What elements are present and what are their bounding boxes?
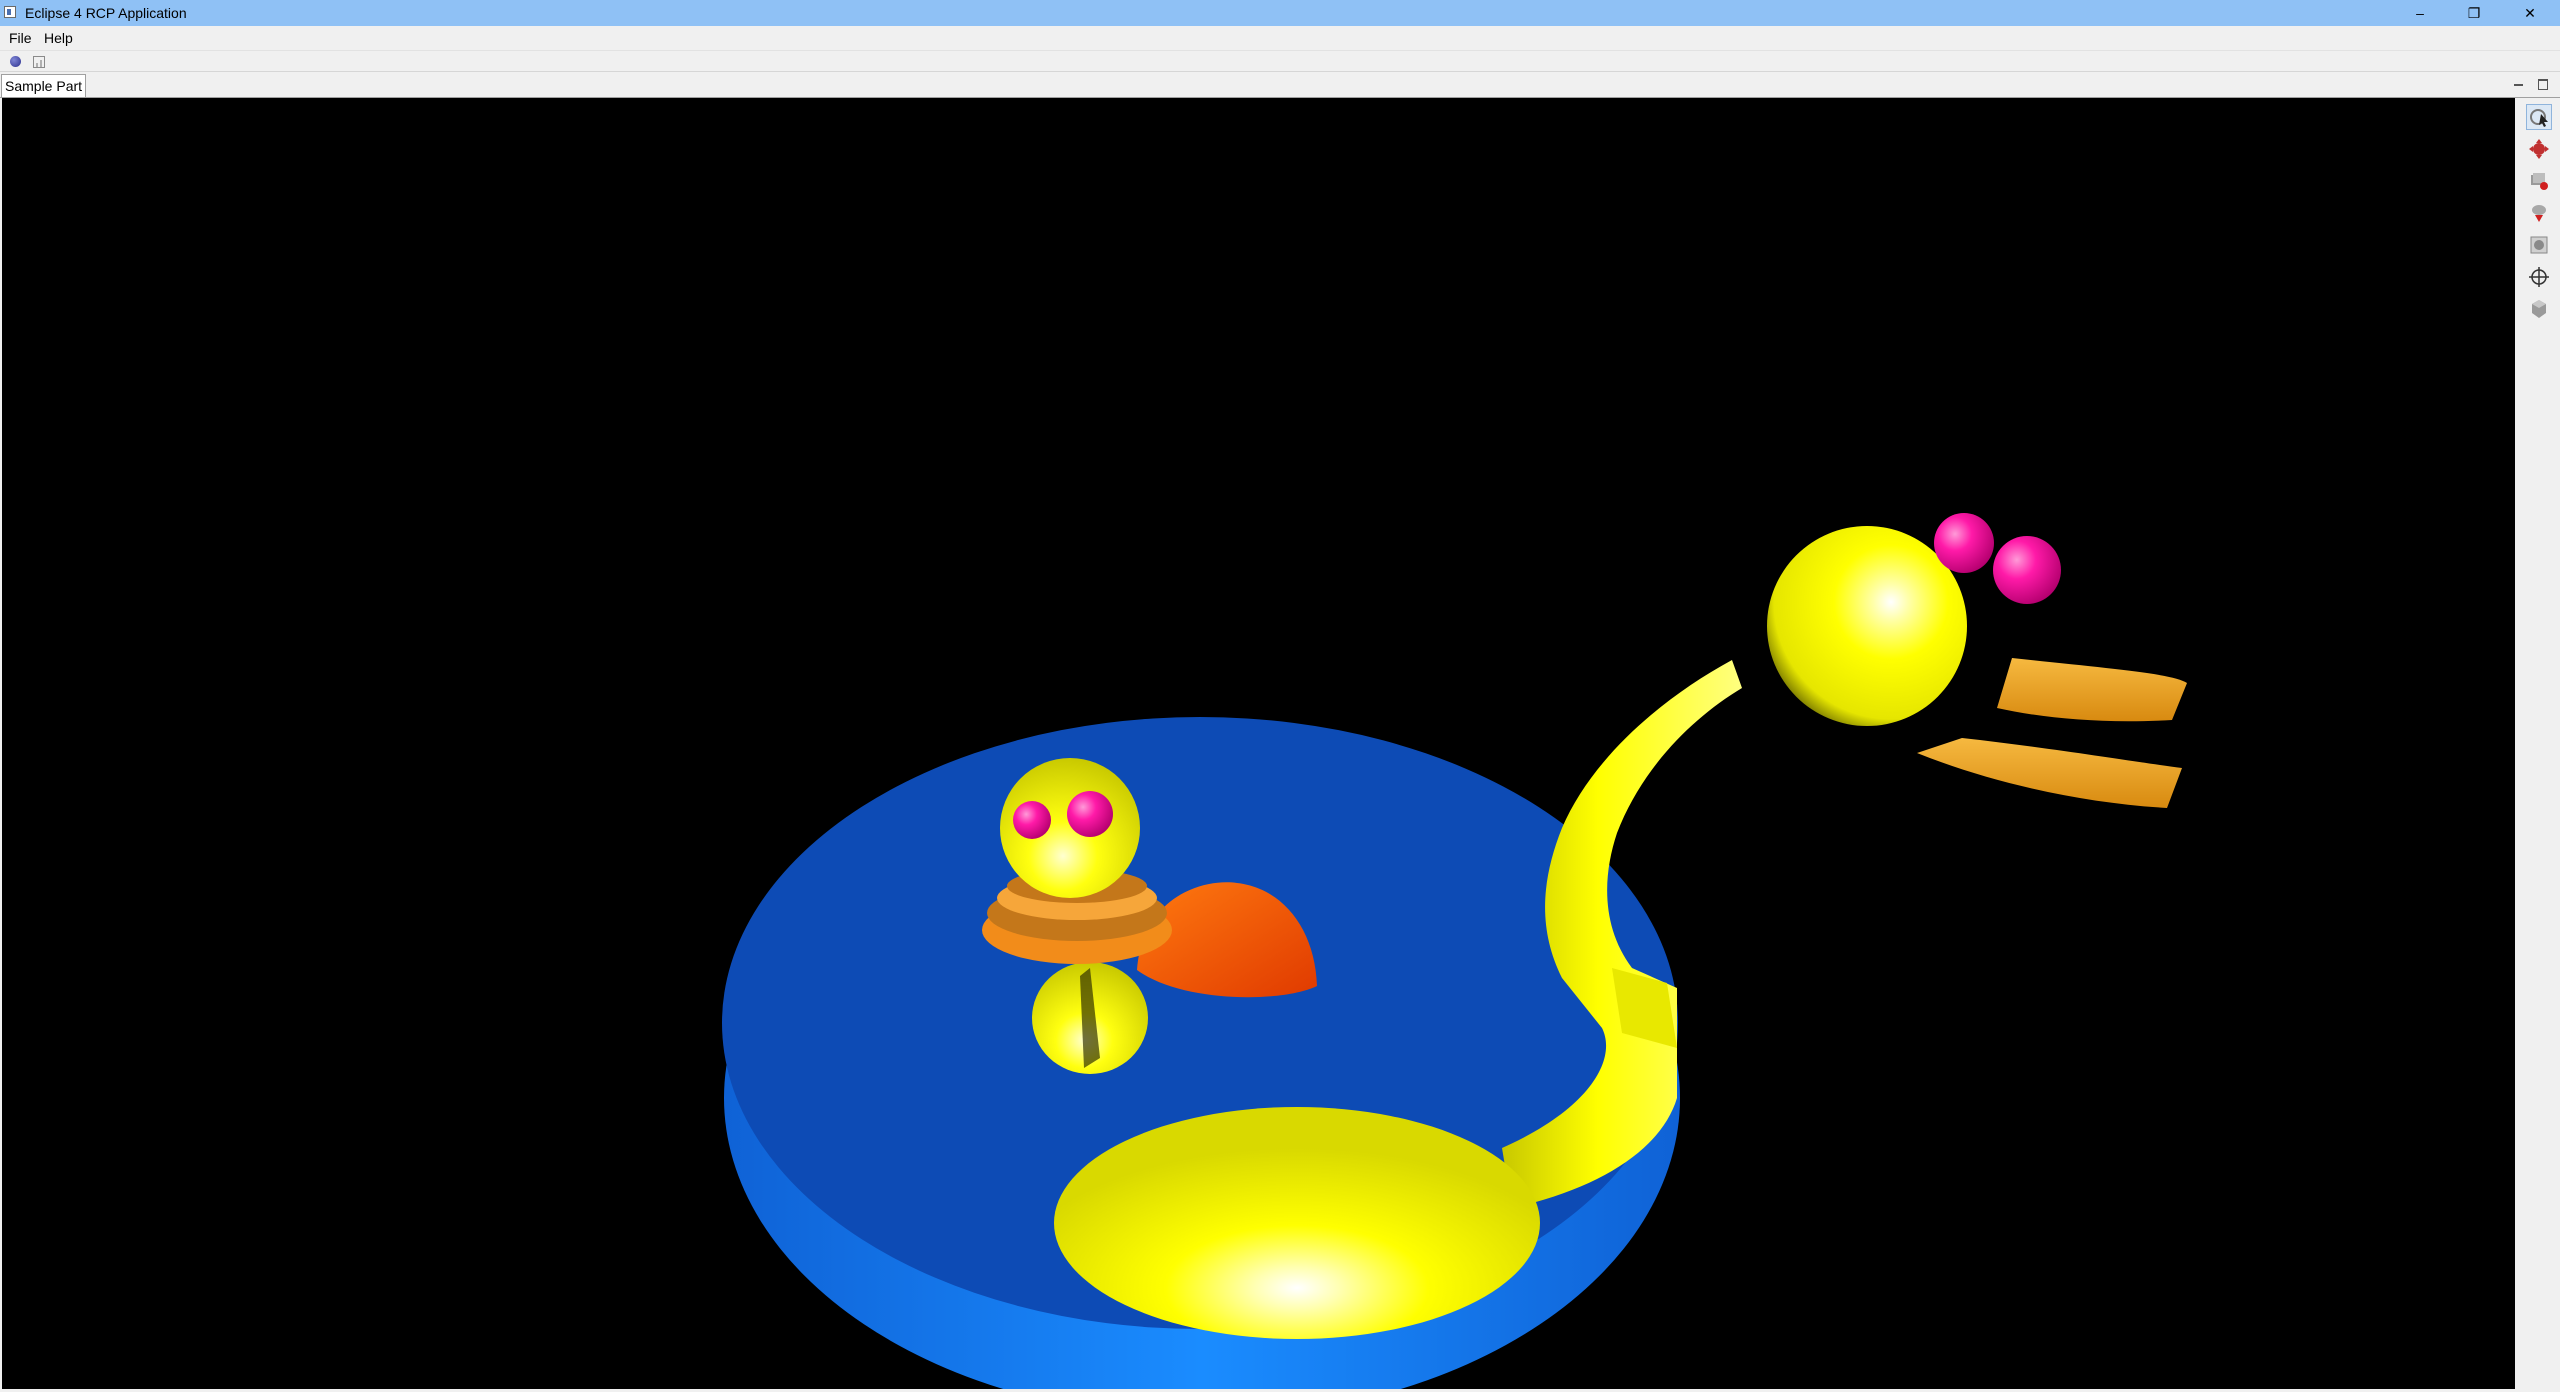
minimize-window-button[interactable]: – — [2393, 0, 2447, 26]
part-tab-row: Sample Part — [0, 72, 2560, 98]
circle-sample-icon[interactable] — [8, 54, 24, 70]
3d-viewport[interactable] — [2, 98, 2515, 1389]
window-titlebar[interactable]: Eclipse 4 RCP Application – ❐ ✕ — [0, 0, 2560, 26]
menubar: File Help — [0, 26, 2560, 51]
zoom-icon[interactable] — [2526, 168, 2552, 194]
3d-scene — [722, 513, 2187, 1389]
fit-view-icon[interactable] — [2526, 200, 2552, 226]
viewer-side-toolbar — [2517, 98, 2560, 1389]
menu-help[interactable]: Help — [44, 30, 73, 46]
pan-icon[interactable] — [2526, 136, 2552, 162]
minimize-part-icon[interactable] — [2513, 78, 2525, 90]
menu-file[interactable]: File — [9, 30, 32, 46]
maximize-part-icon[interactable] — [2537, 78, 2549, 90]
chart-sample-icon[interactable] — [31, 54, 47, 70]
main-toolbar — [0, 51, 2560, 72]
restore-window-button[interactable]: ❐ — [2447, 0, 2501, 26]
select-rotate-icon[interactable] — [2526, 104, 2552, 130]
box-view-icon[interactable] — [2526, 296, 2552, 322]
home-view-icon[interactable] — [2526, 232, 2552, 258]
app-icon — [4, 6, 16, 18]
tab-sample-part[interactable]: Sample Part — [1, 74, 87, 97]
window-title: Eclipse 4 RCP Application — [25, 5, 187, 21]
crosshair-icon[interactable] — [2526, 264, 2552, 290]
close-window-button[interactable]: ✕ — [2503, 0, 2557, 26]
